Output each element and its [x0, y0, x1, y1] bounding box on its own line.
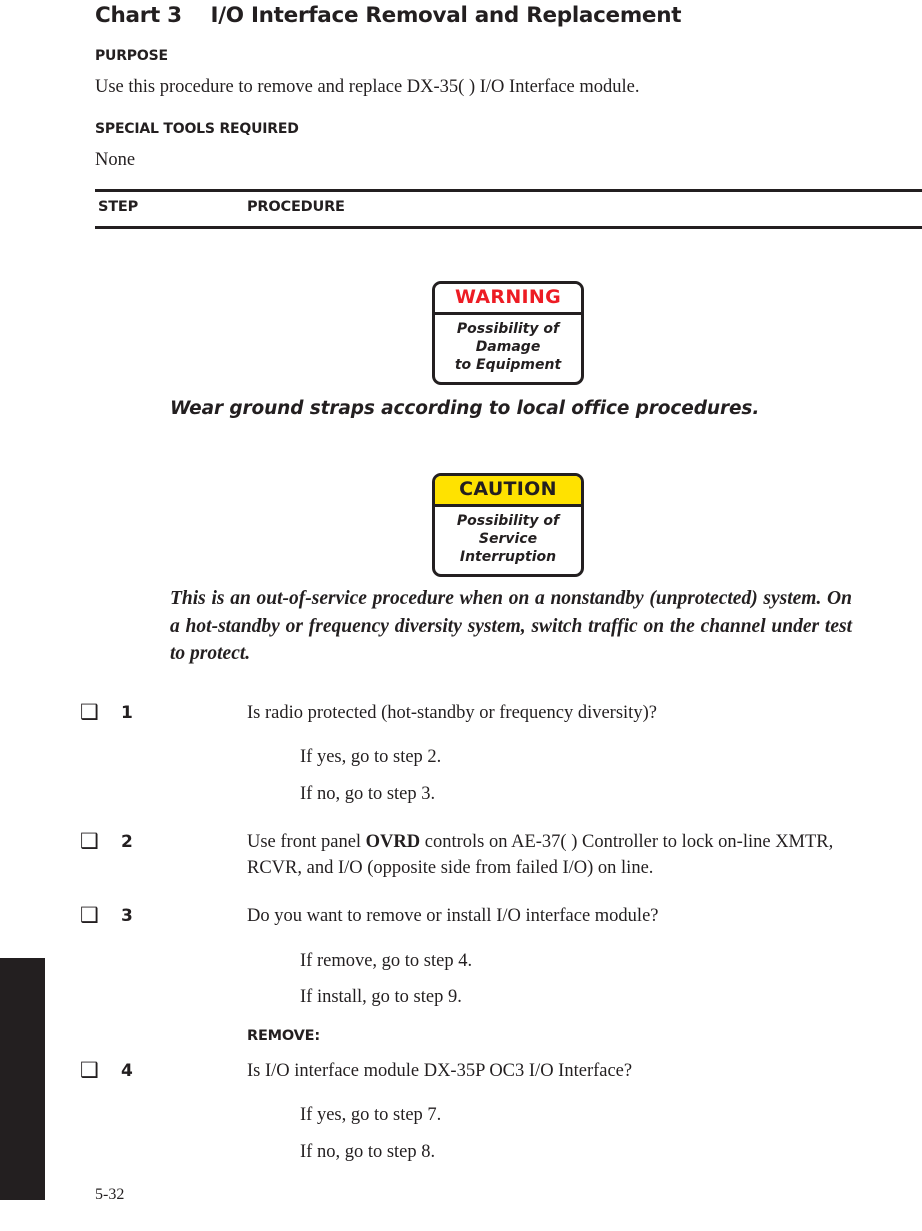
procedure-step-list: ❑ 1 Is radio protected (hot-standby or f…	[0, 700, 922, 1165]
column-header-step: STEP	[98, 199, 139, 215]
step-subline: If no, go to step 8.	[300, 1141, 436, 1162]
special-tools-text: None	[95, 150, 136, 171]
warning-box-header: WARNING	[435, 284, 581, 316]
column-header-procedure: PROCEDURE	[247, 199, 345, 215]
step-text: Is radio protected (hot-standby or frequ…	[247, 703, 657, 723]
remove-subheading: REMOVE:	[247, 1028, 320, 1045]
step-text: Use front panel OVRD controls on AE-37( …	[247, 829, 887, 882]
step-subline: If yes, go to step 7.	[300, 1105, 442, 1126]
warning-box: WARNING Possibility of Damage to Equipme…	[432, 281, 584, 386]
purpose-text: Use this procedure to remove and replace…	[95, 77, 640, 97]
checkbox-icon[interactable]: ❑	[80, 830, 99, 852]
step-number: 2	[121, 831, 133, 852]
table-rule-top	[95, 189, 922, 192]
page-title: Chart 3 I/O Interface Removal and Replac…	[95, 3, 682, 28]
step-row: ❑ 4 Is I/O interface module DX-35P OC3 I…	[0, 1058, 922, 1084]
step-row: ❑ 2 Use front panel OVRD controls on AE-…	[0, 829, 922, 882]
checkbox-icon[interactable]: ❑	[80, 702, 99, 723]
step-subline: If yes, go to step 2.	[300, 747, 442, 768]
step-number: 3	[121, 906, 133, 927]
checkbox-icon[interactable]: ❑	[80, 905, 99, 926]
checkbox-icon[interactable]: ❑	[80, 1060, 99, 1081]
step-number: 4	[121, 1061, 133, 1082]
step-subline: If no, go to step 3.	[300, 783, 436, 804]
step-text-emphasis: OVRD	[365, 831, 421, 852]
page-number: 5-32	[95, 1186, 125, 1203]
caution-box: CAUTION Possibility of Service Interrupt…	[432, 473, 584, 578]
warning-box-body: Possibility of Damage to Equipment	[454, 321, 562, 373]
step-number: 1	[121, 703, 133, 723]
purpose-heading: PURPOSE	[95, 48, 168, 64]
step-row: ❑ 3 Do you want to remove or install I/O…	[0, 903, 922, 929]
caution-box-body: Possibility of Service Interruption	[456, 513, 560, 565]
step-subline: If install, go to step 9.	[300, 986, 462, 1007]
special-tools-heading: SPECIAL TOOLS REQUIRED	[95, 121, 299, 138]
caution-statement: This is an out-of-service procedure when…	[170, 588, 852, 665]
warning-statement: Wear ground straps according to local of…	[170, 398, 760, 419]
step-text: Do you want to remove or install I/O int…	[247, 906, 659, 927]
step-text-before: Use front panel	[247, 831, 366, 852]
page-header-block: Chart 3 I/O Interface Removal and Replac…	[95, 0, 922, 172]
document-page: Chart 3 I/O Interface Removal and Replac…	[0, 0, 922, 1231]
table-rule-bottom	[95, 226, 922, 229]
caution-box-header: CAUTION	[435, 476, 581, 508]
step-row: ❑ 1 Is radio protected (hot-standby or f…	[0, 700, 922, 726]
step-text: Is I/O interface module DX-35P OC3 I/O I…	[247, 1061, 633, 1082]
step-subline: If remove, go to step 4.	[300, 950, 473, 971]
